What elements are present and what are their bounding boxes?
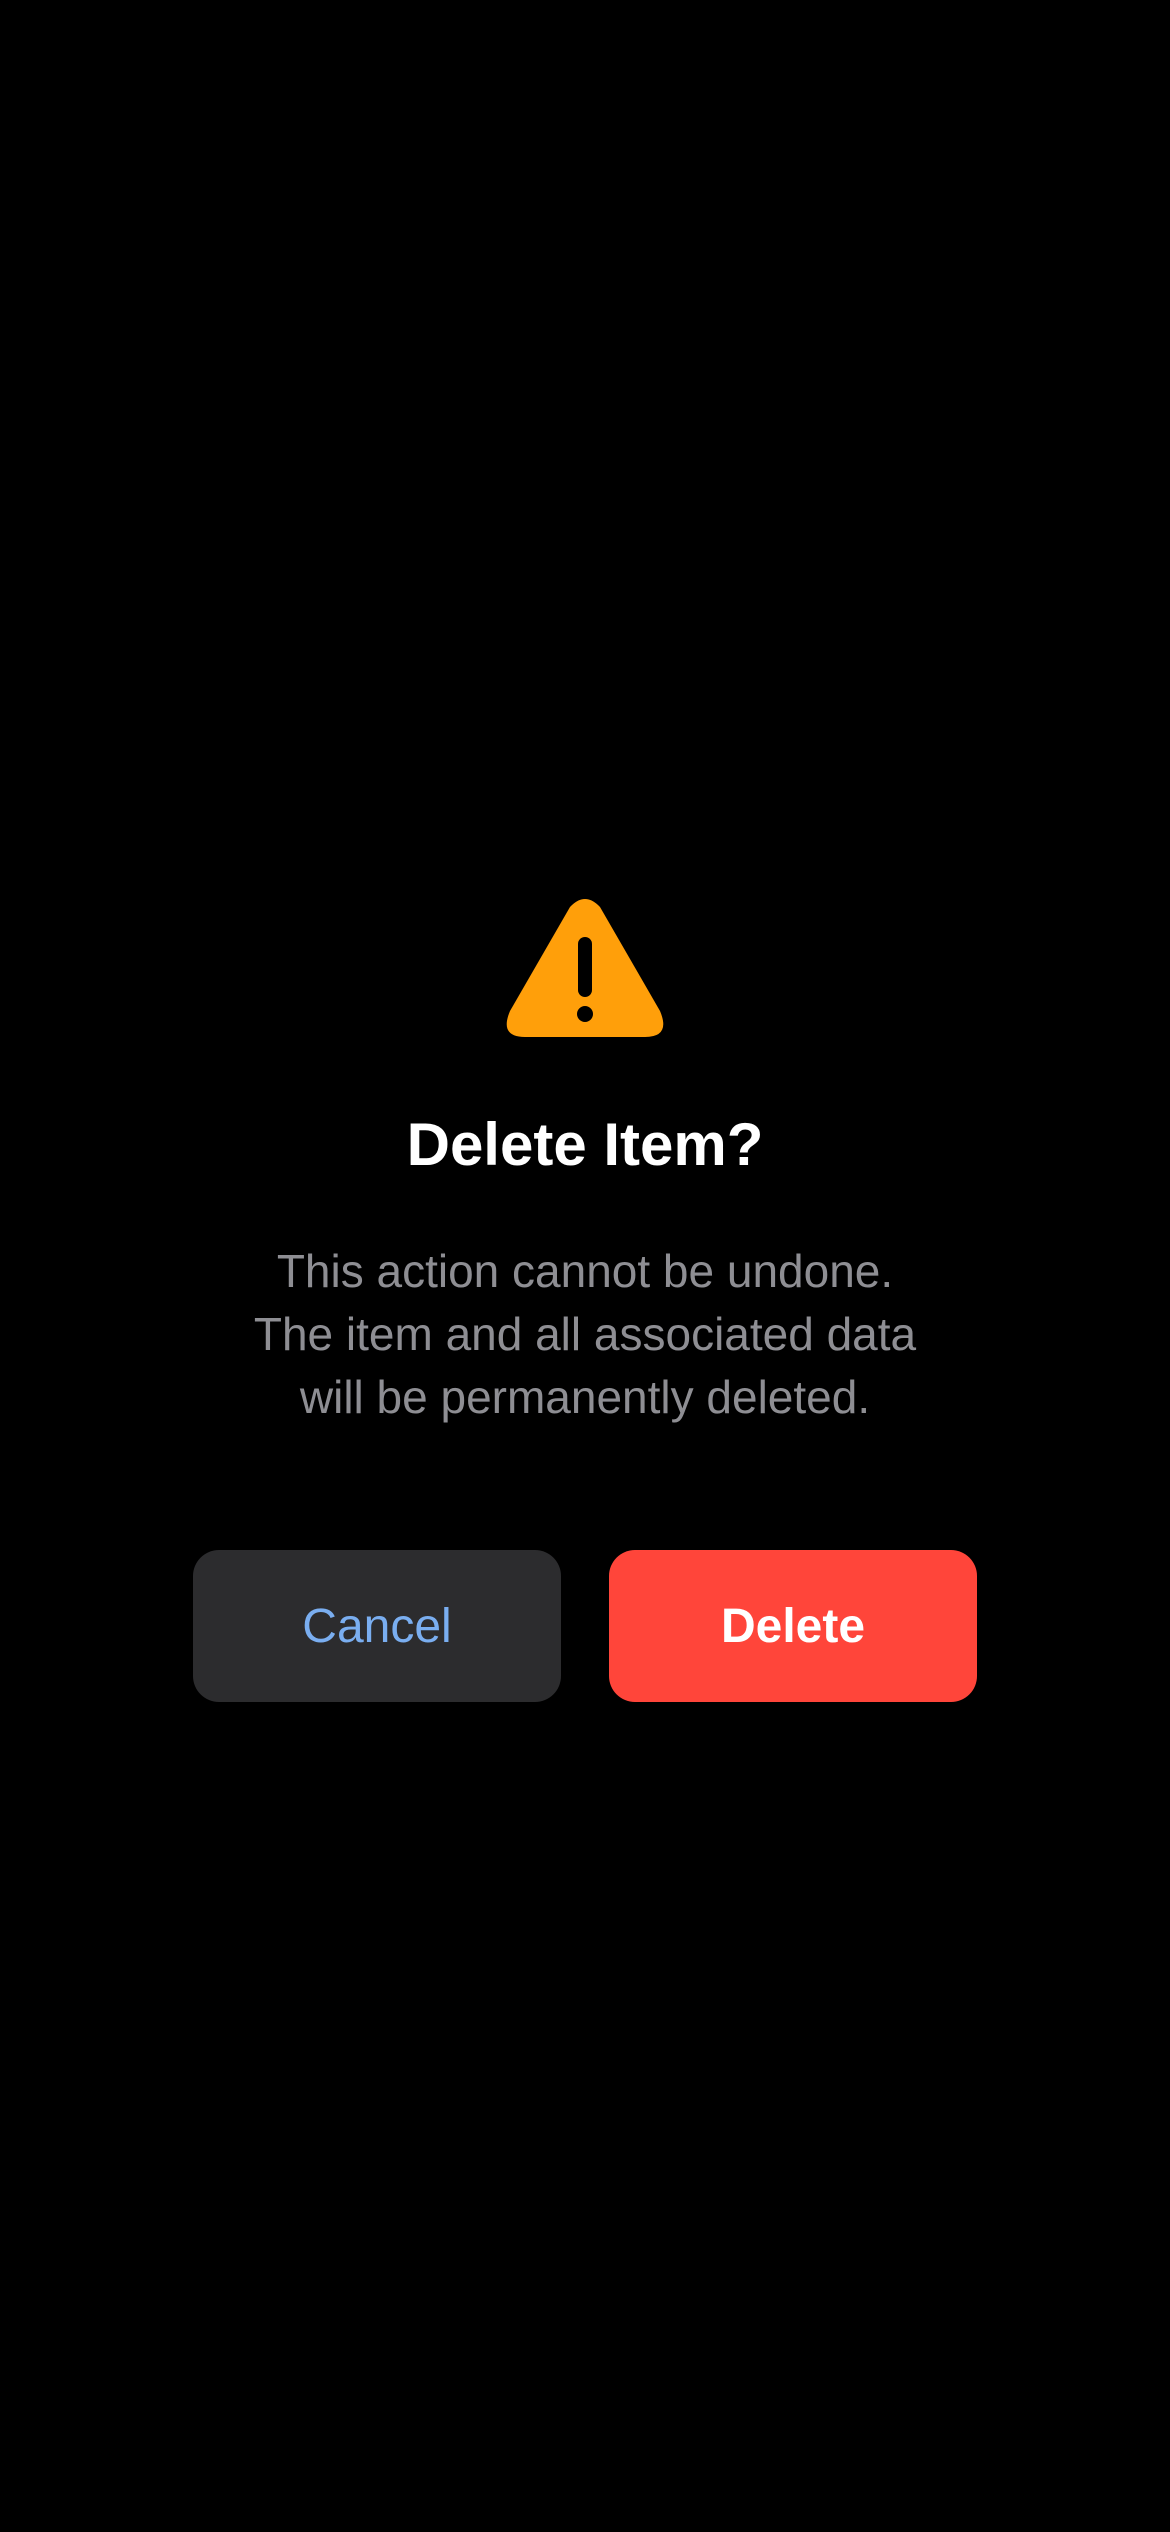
- dialog-message: This action cannot be undone. The item a…: [253, 1245, 917, 1423]
- delete-confirmation-dialog: Delete Item? This action cannot be undon…: [0, 0, 1170, 2532]
- cancel-button[interactable]: Cancel: [193, 1550, 561, 1702]
- dialog-title: Delete Item?: [406, 1111, 764, 1178]
- warning-triangle-icon: [506, 899, 664, 1037]
- delete-button[interactable]: Delete: [609, 1550, 977, 1702]
